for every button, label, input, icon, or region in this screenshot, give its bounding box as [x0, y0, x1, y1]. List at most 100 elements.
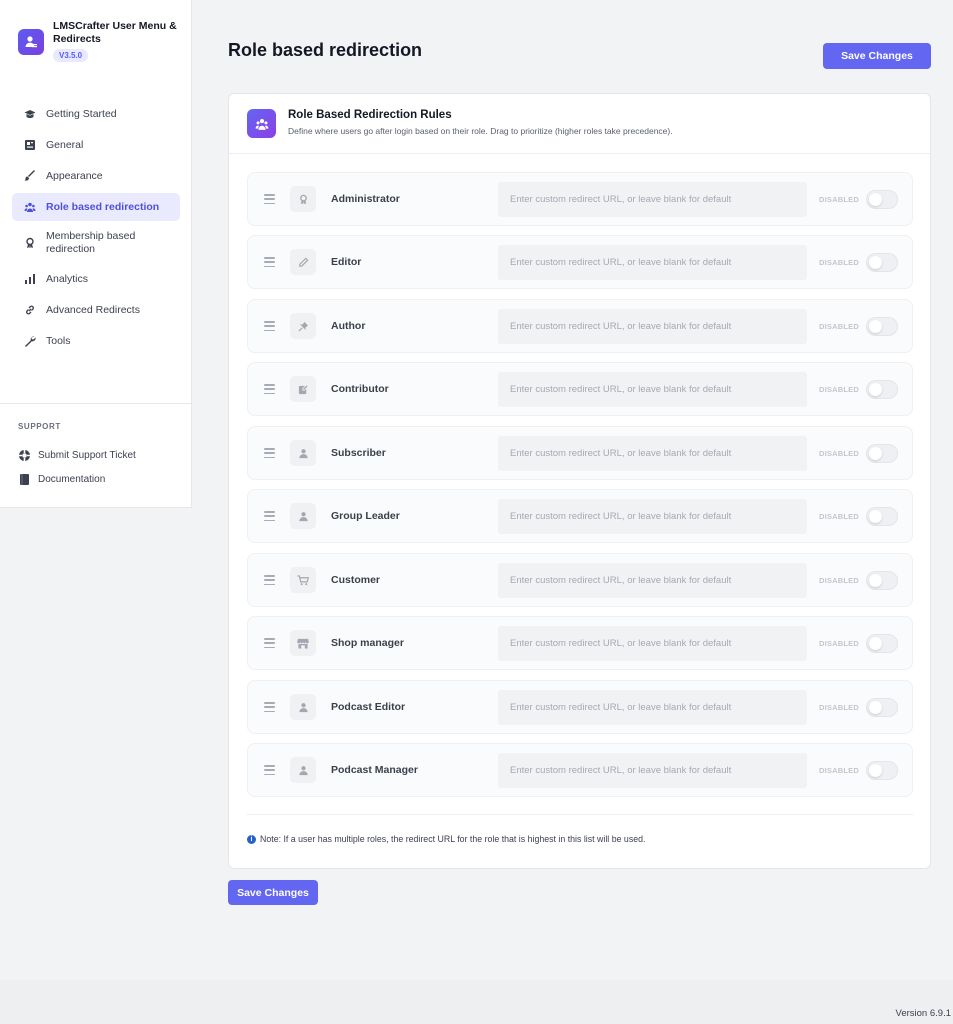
enable-toggle[interactable] [866, 380, 898, 399]
dashboard-icon [24, 139, 36, 151]
wrench-icon [24, 335, 36, 347]
sidebar: LMSCrafter User Menu & Redirects V3.5.0 … [0, 0, 192, 508]
footer [0, 980, 953, 1024]
user-icon [290, 694, 316, 720]
status-label: DISABLED [819, 766, 859, 775]
plugin-logo-icon [18, 29, 44, 55]
drag-handle-icon[interactable] [264, 765, 275, 775]
enable-toggle[interactable] [866, 698, 898, 717]
status-label: DISABLED [819, 385, 859, 394]
note-text: Note: If a user has multiple roles, the … [260, 834, 646, 844]
support-heading: SUPPORT [18, 422, 61, 431]
status-label: DISABLED [819, 258, 859, 267]
rule-row-contributor[interactable]: Contributor DISABLED [247, 362, 913, 416]
redirect-url-input[interactable] [498, 563, 807, 598]
user-icon [290, 440, 316, 466]
user-icon [290, 757, 316, 783]
card-title: Role Based Redirection Rules [288, 109, 452, 121]
redirect-url-input[interactable] [498, 182, 807, 217]
enable-toggle[interactable] [866, 634, 898, 653]
graduation-cap-icon [24, 108, 36, 120]
pin-icon [290, 313, 316, 339]
role-name: Shop manager [331, 637, 404, 649]
cart-icon [290, 567, 316, 593]
status-label: DISABLED [819, 322, 859, 331]
support-section: SUPPORT Submit Support Ticket Documentat… [0, 403, 192, 491]
sidebar-item-appearance[interactable]: Appearance [12, 162, 180, 190]
redirect-url-input[interactable] [498, 753, 807, 788]
redirect-url-input[interactable] [498, 245, 807, 280]
user-icon [290, 503, 316, 529]
sidebar-item-label: Role based redirection [46, 200, 160, 213]
status-label: DISABLED [819, 195, 859, 204]
drag-handle-icon[interactable] [264, 384, 275, 394]
sidebar-item-label: Advanced Redirects [46, 303, 140, 316]
sidebar-item-advanced-redirects[interactable]: Advanced Redirects [12, 296, 180, 324]
rule-row-administrator[interactable]: Administrator DISABLED [247, 172, 913, 226]
documentation-link[interactable]: Documentation [18, 467, 192, 491]
sidebar-item-getting-started[interactable]: Getting Started [12, 100, 180, 128]
enable-toggle[interactable] [866, 507, 898, 526]
enable-toggle[interactable] [866, 444, 898, 463]
rule-row-shop-manager[interactable]: Shop manager DISABLED [247, 616, 913, 670]
drag-handle-icon[interactable] [264, 448, 275, 458]
submit-support-ticket-link[interactable]: Submit Support Ticket [18, 443, 192, 467]
redirect-url-input[interactable] [498, 372, 807, 407]
save-changes-button-bottom[interactable]: Save Changes [228, 880, 318, 905]
drag-handle-icon[interactable] [264, 321, 275, 331]
lifebuoy-icon [18, 449, 31, 462]
sidebar-item-membership-based-redirection[interactable]: Membership based redirection [12, 224, 180, 262]
rule-row-podcast-editor[interactable]: Podcast Editor DISABLED [247, 680, 913, 734]
award-icon [24, 237, 36, 249]
pencil-icon [290, 249, 316, 275]
enable-toggle[interactable] [866, 317, 898, 336]
edit-square-icon [290, 376, 316, 402]
sidebar-item-role-based-redirection[interactable]: Role based redirection [12, 193, 180, 221]
redirect-url-input[interactable] [498, 436, 807, 471]
rule-row-podcast-manager[interactable]: Podcast Manager DISABLED [247, 743, 913, 797]
enable-toggle[interactable] [866, 253, 898, 272]
sidebar-item-tools[interactable]: Tools [12, 327, 180, 355]
enable-toggle[interactable] [866, 761, 898, 780]
sidebar-item-general[interactable]: General [12, 131, 180, 159]
status-label: DISABLED [819, 639, 859, 648]
drag-handle-icon[interactable] [264, 638, 275, 648]
rule-row-editor[interactable]: Editor DISABLED [247, 235, 913, 289]
rule-row-author[interactable]: Author DISABLED [247, 299, 913, 353]
enable-toggle[interactable] [866, 571, 898, 590]
rule-row-customer[interactable]: Customer DISABLED [247, 553, 913, 607]
note: i Note: If a user has multiple roles, th… [247, 834, 645, 844]
redirect-url-input[interactable] [498, 309, 807, 344]
redirect-url-input[interactable] [498, 690, 807, 725]
users-icon [24, 201, 36, 213]
sidebar-item-label: Tools [46, 334, 71, 347]
sidebar-item-analytics[interactable]: Analytics [12, 265, 180, 293]
role-name: Group Leader [331, 510, 400, 522]
users-icon [247, 109, 276, 138]
bar-chart-icon [24, 273, 36, 285]
role-name: Customer [331, 574, 381, 586]
wp-version: Version 6.9.1 [895, 1008, 951, 1019]
redirect-url-input[interactable] [498, 499, 807, 534]
rule-row-subscriber[interactable]: Subscriber DISABLED [247, 426, 913, 480]
sidebar-item-label: Appearance [46, 169, 103, 182]
drag-handle-icon[interactable] [264, 257, 275, 267]
role-name: Editor [331, 256, 362, 268]
rule-row-group-leader[interactable]: Group Leader DISABLED [247, 489, 913, 543]
enable-toggle[interactable] [866, 190, 898, 209]
role-name: Subscriber [331, 447, 386, 459]
status-label: DISABLED [819, 449, 859, 458]
redirect-url-input[interactable] [498, 626, 807, 661]
save-changes-button-top[interactable]: Save Changes [823, 43, 931, 69]
drag-handle-icon[interactable] [264, 702, 275, 712]
drag-handle-icon[interactable] [264, 194, 275, 204]
sidebar-item-label: General [46, 138, 84, 151]
drag-handle-icon[interactable] [264, 575, 275, 585]
role-name: Podcast Manager [331, 764, 418, 776]
role-name: Administrator [331, 193, 400, 205]
sidebar-item-label: Getting Started [46, 107, 117, 120]
card-description: Define where users go after login based … [288, 126, 673, 136]
card-header: Role Based Redirection Rules Define wher… [229, 94, 930, 154]
drag-handle-icon[interactable] [264, 511, 275, 521]
role-name: Contributor [331, 383, 389, 395]
